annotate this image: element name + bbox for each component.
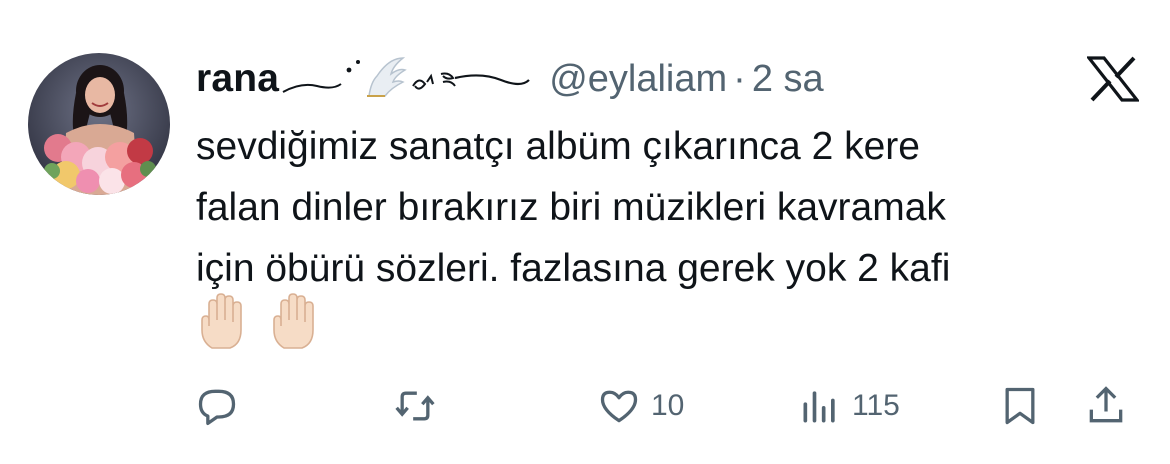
action-bar: 10 115 (0, 378, 1170, 434)
name-decoration-icon (281, 52, 531, 107)
display-name[interactable]: rana (196, 57, 279, 101)
x-logo-icon (1085, 56, 1141, 102)
share-button[interactable] (1084, 378, 1128, 434)
views-icon (803, 391, 835, 423)
profile-photo (28, 53, 170, 195)
tweet-text-line: için öbürü sözleri. fazlasına gerek yok … (196, 247, 951, 290)
reply-button[interactable] (195, 378, 239, 434)
views-button[interactable]: 115 (798, 378, 900, 434)
retweet-button[interactable] (393, 378, 437, 434)
user-handle[interactable]: @eylaliam (549, 58, 727, 101)
views-count: 115 (852, 389, 900, 422)
tweet-text: sevdiğimiz sanatçı albüm çıkarınca 2 ker… (196, 116, 1146, 299)
raised-hand-emoji-icon (201, 293, 242, 349)
reply-icon (198, 389, 236, 426)
share-icon (1089, 386, 1123, 423)
tweet-header: rana @eylaliam · 2 sa (196, 54, 824, 104)
tweet-text-line: falan dinler bırakırız biri müzikleri ka… (196, 186, 946, 229)
retweet-icon (395, 391, 435, 421)
separator-dot: · (733, 57, 746, 100)
avatar[interactable] (28, 53, 170, 195)
timestamp[interactable]: 2 sa (752, 58, 824, 101)
emoji-row (196, 292, 322, 350)
heart-icon (600, 390, 638, 423)
like-button[interactable]: 10 (597, 378, 684, 434)
bookmark-button[interactable] (998, 378, 1042, 434)
tweet-text-line: sevdiğimiz sanatçı albüm çıkarınca 2 ker… (196, 125, 920, 168)
like-count: 10 (651, 389, 685, 422)
raised-hand-emoji-icon (273, 293, 314, 349)
bookmark-icon (1005, 387, 1035, 425)
